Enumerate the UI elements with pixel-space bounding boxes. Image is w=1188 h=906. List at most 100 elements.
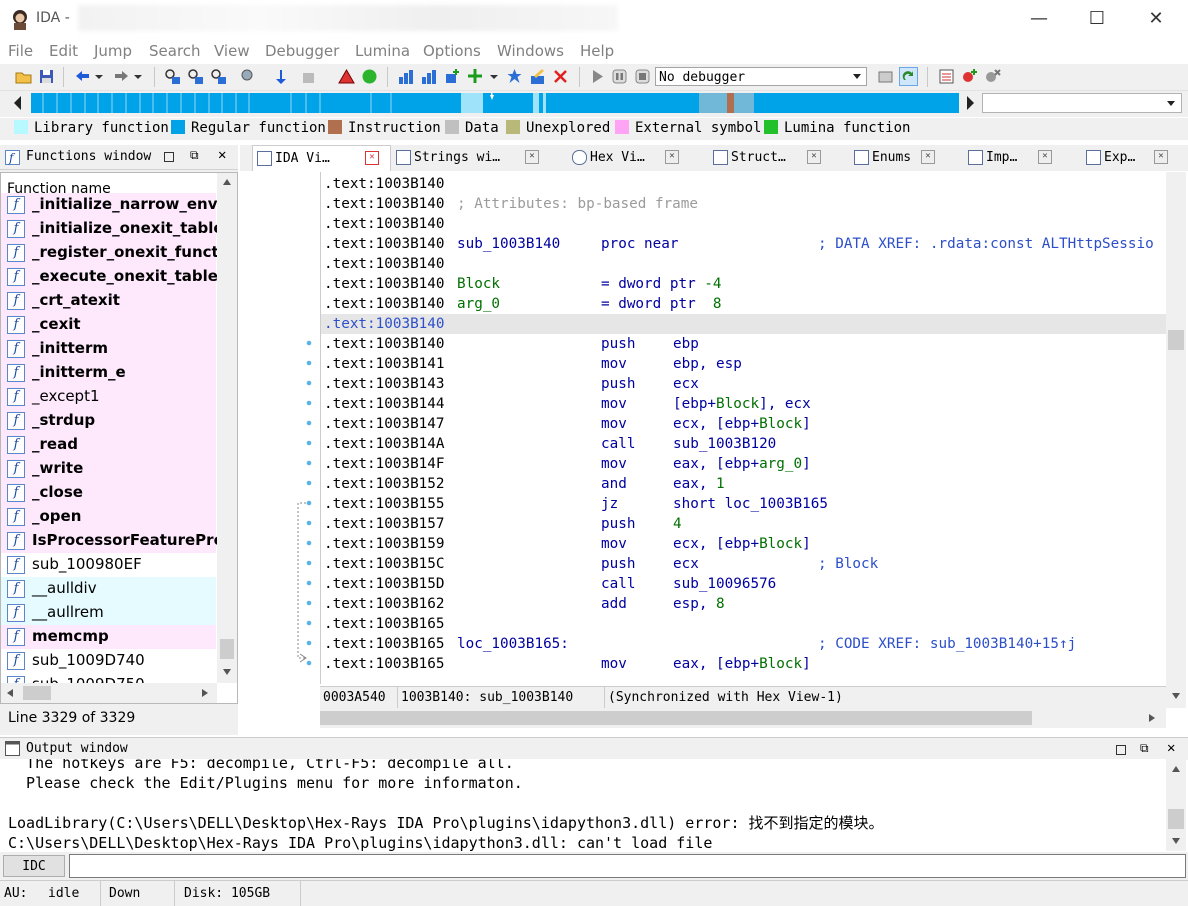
close-tab-icon[interactable]: ✕ [525,150,539,164]
menu-help[interactable]: Help [580,42,614,60]
disasm-line[interactable]: .text:1003B140 [321,314,1167,334]
output-log[interactable]: The hotkeys are F5: decompile, Ctrl-F5: … [0,759,1166,851]
menu-jump[interactable]: Jump [94,42,132,60]
functions-vertical-scrollbar[interactable] [217,173,237,683]
float-pane-icon[interactable]: ⧉ [1140,741,1149,756]
mark-position-icon[interactable] [300,68,317,85]
menu-debugger[interactable]: Debugger [265,42,339,60]
function-row[interactable]: f _initialize_onexit_table [1,217,224,241]
menu-windows[interactable]: Windows [497,42,564,60]
add-item-icon[interactable] [467,68,484,85]
function-row[interactable]: f _write [1,457,216,481]
search-immediate-icon[interactable] [210,68,227,85]
tab-hex-view[interactable]: Hex Vi… ✕ [568,145,690,170]
pause-icon[interactable] [611,68,628,85]
back-arrow-icon[interactable] [74,68,91,85]
disassembly-scroll-thumb[interactable] [1168,330,1184,350]
search-binary-icon[interactable] [164,68,181,85]
close-tab-icon[interactable]: ✕ [921,150,935,164]
function-row[interactable]: f __aullrem [1,601,216,625]
graph-overview-icon[interactable] [421,68,438,85]
bookmark-icon[interactable] [506,68,523,85]
warning-icon[interactable] [338,68,355,85]
idc-language-button[interactable]: IDC [3,855,65,877]
menu-search[interactable]: Search [149,42,201,60]
function-row[interactable]: f _execute_onexit_table [1,265,218,289]
delete-icon[interactable] [552,68,569,85]
segment-select[interactable] [982,93,1182,113]
function-row[interactable]: f _read [1,433,216,457]
function-row[interactable]: f _initterm_e [1,361,216,385]
tab-exports[interactable]: Exp… ✕ [1082,145,1182,170]
function-row[interactable]: f _open [1,505,216,529]
output-scroll-thumb[interactable] [1168,809,1184,829]
disassembly-horizontal-scrollbar[interactable] [320,708,1166,728]
attach-process-icon[interactable] [877,68,894,85]
scroll-left-icon[interactable] [6,688,14,698]
scroll-up-icon[interactable] [1171,765,1181,773]
graph-icon[interactable] [398,68,415,85]
scroll-down-icon[interactable] [1171,692,1181,700]
functions-scroll-thumb[interactable] [220,639,234,659]
save-icon[interactable] [38,68,55,85]
run-status-icon[interactable] [361,68,378,85]
maximize-button[interactable]: ☐ [1068,0,1126,38]
nav-left-arrow-icon[interactable] [13,95,23,111]
menu-view[interactable]: View [214,42,250,60]
function-row[interactable]: f _initterm [1,337,216,361]
debugger-select[interactable]: No debugger [655,67,867,86]
scroll-right-icon[interactable] [201,688,209,698]
command-input[interactable] [69,854,1186,878]
menu-lumina[interactable]: Lumina [355,42,410,60]
minimize-button[interactable]: — [1010,0,1068,38]
close-tab-icon[interactable]: ✕ [807,150,821,164]
open-folder-icon[interactable] [15,68,32,85]
close-pane-icon[interactable]: ✕ [218,147,226,163]
function-row[interactable]: f sub_1009D740 [1,649,216,673]
menu-file[interactable]: File [8,42,33,60]
function-row[interactable]: f _except1 [1,385,216,409]
jump-down-icon[interactable] [272,68,289,85]
functions-horizontal-scrollbar[interactable] [1,683,217,703]
chevron-down-icon[interactable] [132,68,144,85]
function-row[interactable]: f memcmp [1,625,216,649]
scroll-down-icon[interactable] [222,668,232,676]
menu-options[interactable]: Options [423,42,481,60]
disassembly-hscroll-thumb[interactable] [320,711,1032,725]
stop-icon[interactable] [634,68,651,85]
functions-hscroll-thumb[interactable] [23,686,51,700]
close-window-button[interactable]: ✕ [1127,0,1185,38]
scroll-down-icon[interactable] [1171,837,1181,845]
function-row[interactable]: f _initialize_narrow_enviro [1,193,237,217]
tab-structures[interactable]: Struct… ✕ [709,145,831,170]
disassembly-vertical-scrollbar[interactable] [1166,172,1186,708]
close-tab-icon[interactable]: ✕ [365,151,379,165]
close-tab-icon[interactable]: ✕ [665,150,679,164]
breakpoints-list-icon[interactable] [938,68,955,85]
function-row[interactable]: f sub_100980EF [1,553,216,577]
add-breakpoint-icon[interactable] [961,68,978,85]
menu-edit[interactable]: Edit [49,42,78,60]
navigation-strip[interactable] [31,93,959,113]
scroll-right-icon[interactable] [1148,713,1156,723]
tab-strings-window[interactable]: Strings wi… ✕ [392,145,547,170]
chevron-down-icon[interactable] [488,68,500,85]
function-row[interactable]: f __aulldiv [1,577,216,601]
tab-imports[interactable]: Imp… ✕ [964,145,1084,170]
function-row[interactable]: f IsProcessorFeaturePrese [1,529,237,553]
float-pane-icon[interactable]: ⧉ [190,148,199,163]
restore-pane-icon[interactable] [1116,745,1126,755]
function-row[interactable]: f _cexit [1,313,216,337]
forward-arrow-icon[interactable] [113,68,130,85]
close-pane-icon[interactable]: ✕ [1167,740,1175,756]
close-tab-icon[interactable]: ✕ [1038,150,1052,164]
function-row[interactable]: f _strdup [1,409,216,433]
chevron-down-icon[interactable] [93,68,105,85]
output-vertical-scrollbar[interactable] [1166,759,1186,851]
scroll-up-icon[interactable] [222,178,232,186]
play-icon[interactable] [589,68,606,85]
close-tab-icon[interactable]: ✕ [1154,150,1168,164]
function-row[interactable]: f _register_onexit_function [1,241,237,265]
delete-breakpoint-icon[interactable] [984,68,1001,85]
restore-pane-icon[interactable] [164,152,174,162]
